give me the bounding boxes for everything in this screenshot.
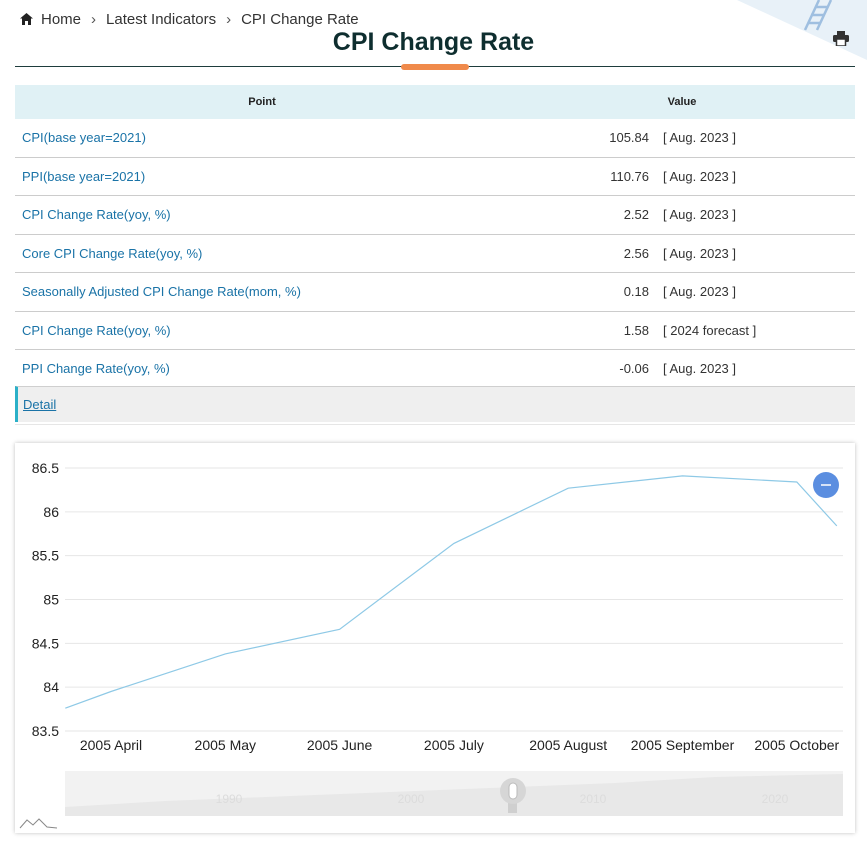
- indicator-name[interactable]: CPI(base year=2021): [15, 119, 509, 158]
- printer-icon: [833, 30, 849, 46]
- indicator-value: 1.58: [509, 311, 663, 350]
- breadcrumb: Home › Latest Indicators › CPI Change Ra…: [20, 9, 359, 29]
- navigator-year-label: 2020: [762, 792, 789, 806]
- indicator-value: 2.56: [509, 234, 663, 273]
- column-header-point: Point: [15, 85, 509, 119]
- y-tick-label: 84.5: [32, 635, 59, 651]
- table-row: Core CPI Change Rate(yoy, %) 2.56 [ Aug.…: [15, 234, 855, 273]
- breadcrumb-separator-icon: ›: [226, 10, 232, 28]
- indicators-table: Point Value CPI(base year=2021) 105.84 […: [15, 85, 855, 389]
- indicator-value: 2.52: [509, 195, 663, 235]
- indicator-date: [ Aug. 2023 ]: [663, 272, 855, 312]
- indicator-date: [ Aug. 2023 ]: [663, 349, 855, 389]
- indicator-date: [ Aug. 2023 ]: [663, 195, 855, 235]
- table-row: PPI Change Rate(yoy, %) -0.06 [ Aug. 202…: [15, 349, 855, 389]
- y-tick-label: 83.5: [32, 723, 59, 739]
- print-button[interactable]: [828, 26, 854, 50]
- table-row: CPI Change Rate(yoy, %) 2.52 [ Aug. 2023…: [15, 195, 855, 235]
- indicator-name[interactable]: CPI Change Rate(yoy, %): [15, 195, 509, 235]
- navigator-year-label: 2000: [398, 792, 425, 806]
- x-tick-label: 2005 May: [195, 737, 256, 753]
- breadcrumb-current: CPI Change Rate: [241, 10, 359, 28]
- line-chart[interactable]: 86.5 86 85.5 85 84.5 84 83.5 2005 April 2005 May…: [15, 443, 855, 833]
- table-row: Seasonally Adjusted CPI Change Rate(mom,…: [15, 272, 855, 312]
- navigator-year-label: 1990: [216, 792, 243, 806]
- column-header-value: Value: [509, 85, 855, 119]
- indicator-date: [ Aug. 2023 ]: [663, 157, 855, 196]
- indicator-name[interactable]: CPI Change Rate(yoy, %): [15, 311, 509, 350]
- table-row: PPI(base year=2021) 110.76 [ Aug. 2023 ]: [15, 157, 855, 196]
- page-title: CPI Change Rate: [332, 28, 535, 56]
- indicator-name[interactable]: PPI(base year=2021): [15, 157, 509, 196]
- y-tick-label: 84: [43, 679, 59, 695]
- indicator-date: [ Aug. 2023 ]: [663, 234, 855, 273]
- indicator-value: -0.06: [509, 349, 663, 389]
- y-tick-label: 85.5: [32, 548, 59, 564]
- x-tick-label: 2005 September: [631, 737, 735, 753]
- detail-link[interactable]: Detail: [23, 397, 56, 412]
- indicator-value: 110.76: [509, 157, 663, 196]
- detail-bar: Detail: [15, 386, 855, 422]
- table-row: CPI(base year=2021) 105.84 [ Aug. 2023 ]: [15, 119, 855, 158]
- indicator-name[interactable]: Core CPI Change Rate(yoy, %): [15, 234, 509, 273]
- divider: [15, 424, 855, 425]
- mini-chart-icon: [19, 818, 58, 829]
- x-tick-label: 2005 October: [754, 737, 839, 753]
- y-tick-label: 85: [43, 592, 59, 608]
- table-row: CPI Change Rate(yoy, %) 1.58 [ 2024 fore…: [15, 311, 855, 350]
- indicator-value: 0.18: [509, 272, 663, 312]
- x-tick-label: 2005 June: [307, 737, 373, 753]
- x-tick-label: 2005 July: [424, 737, 484, 753]
- data-series-line: [65, 475, 838, 709]
- navigator-year-label: 2010: [580, 792, 607, 806]
- indicator-name[interactable]: Seasonally Adjusted CPI Change Rate(mom,…: [15, 272, 509, 312]
- breadcrumb-latest-indicators[interactable]: Latest Indicators: [106, 11, 216, 28]
- x-tick-label: 2005 April: [80, 737, 142, 753]
- home-icon[interactable]: [20, 13, 33, 25]
- indicator-date: [ Aug. 2023 ]: [663, 119, 855, 158]
- breadcrumb-separator-icon: ›: [91, 10, 97, 28]
- navigator-grip-icon: [508, 782, 518, 800]
- title-accent-bar: [401, 64, 469, 70]
- y-tick-label: 86.5: [32, 460, 59, 476]
- y-tick-label: 86: [43, 504, 59, 520]
- indicator-name[interactable]: PPI Change Rate(yoy, %): [15, 349, 509, 389]
- chart-card: 86.5 86 85.5 85 84.5 84 83.5 2005 April 2005 May…: [15, 443, 855, 833]
- x-tick-label: 2005 August: [529, 737, 607, 753]
- breadcrumb-home[interactable]: Home: [41, 11, 81, 28]
- indicator-date: [ 2024 forecast ]: [663, 311, 855, 350]
- indicator-value: 105.84: [509, 119, 663, 158]
